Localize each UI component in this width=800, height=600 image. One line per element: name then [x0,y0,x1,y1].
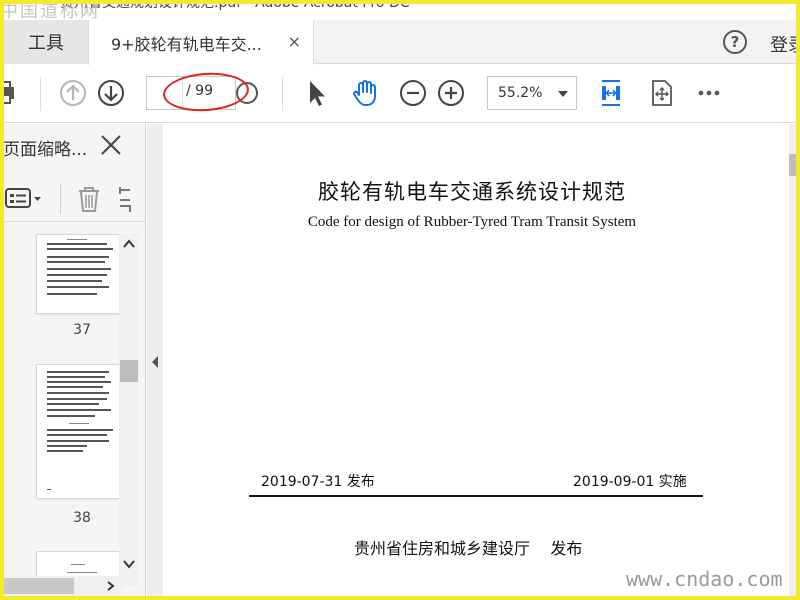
print-icon[interactable] [0,78,24,108]
issuing-authority: 贵州省住房和城乡建设厅 发布 [354,539,583,558]
scrollbar-thumb[interactable] [4,578,74,594]
more-options-icon[interactable] [694,78,724,108]
thumbnail-text-line [47,371,109,373]
thumbnail-text-line [69,423,89,424]
thumbnail-text-line [47,392,109,394]
site-logo: 中国道标网 [0,1,100,20]
login-link[interactable]: 登录 [770,31,800,57]
thumbnail-page-number: 38 [73,510,91,526]
fit-width-icon[interactable] [596,78,626,108]
toolbar-separator [40,77,41,111]
thumbnail-text-line [47,409,111,411]
document-page: 胶轮有轨电车交通系统设计规范 Code for design of Rubber… [163,124,789,600]
close-icon[interactable] [100,134,122,156]
tab-document[interactable]: 9+胶轮有轨电车交... × [88,20,314,65]
chevron-up-icon[interactable] [122,238,136,250]
thumbnail-text-line [47,274,107,276]
page-thumbnail[interactable] [36,364,120,499]
title-rule [249,495,703,497]
thumbnail-text-line [47,398,107,400]
panel-collapse-strip[interactable] [147,124,163,600]
thumbnail-text-line [47,450,83,452]
thumbnail-text-line [47,386,103,388]
thumbnail-text-line [47,243,107,245]
hand-tool-icon[interactable] [350,78,380,108]
chevron-down-icon[interactable] [122,558,136,570]
insert-page-icon[interactable] [116,184,132,214]
thumbnails-scrollbar[interactable] [119,234,139,586]
thumbnails-horizontal-scrollbar[interactable] [4,576,120,596]
thumbnail-text-line [47,256,109,258]
thumbnail-text-line [47,381,111,383]
zoom-in-icon[interactable] [436,78,466,108]
previous-page-icon[interactable] [58,78,88,108]
thumbnail-text-line [47,293,97,295]
thumbnail-text-line [47,286,109,288]
thumbnail-text-line [47,248,113,250]
thumbnail-text-line [47,434,107,436]
window-titlebar: 贵州省交通规划设计规范.pdf - Adobe Acrobat Pro DC 中… [0,0,800,20]
chevron-down-icon [558,91,568,97]
page-thumbnails-panel: 页面缩略... 37 38 [0,124,146,600]
thumbnail-text-line [47,261,105,263]
zoom-level-value: 55.2% [498,85,543,101]
scrollbar-thumb[interactable] [789,154,796,176]
thumbnail-text-line [47,376,105,378]
help-icon[interactable]: ? [723,30,747,54]
panel-title: 页面缩略... [3,140,88,160]
window-title: 贵州省交通规划设计规范.pdf - Adobe Acrobat Pro DC [60,0,410,11]
tab-document-label: 9+胶轮有轨电车交... [111,34,262,54]
delete-icon[interactable] [76,184,102,214]
issue-date: 2019-07-31 发布 [261,474,375,490]
site-watermark: www.cndao.com [626,567,783,591]
page-thumbnail[interactable] [36,234,120,314]
thumbnail-text-line [47,403,99,405]
implementation-date: 2019-09-01 实施 [573,474,687,490]
chevron-right-icon[interactable] [104,580,116,592]
thumbnail-text-line [47,268,111,270]
thumbnail-text-line [47,429,113,431]
panel-separator [60,184,61,214]
tab-tools-label: 工具 [28,33,64,54]
collapse-panel-icon[interactable] [150,354,160,370]
minimize-icon[interactable]: — [724,0,738,6]
thumbnail-text-line [67,572,97,573]
thumbnail-options-icon[interactable] [4,186,44,212]
thumbnail-text-line [47,445,87,447]
thumbnail-text-line [71,564,85,565]
toolbar-separator [282,77,283,111]
thumbnail-text-line [47,415,95,417]
select-cursor-icon[interactable] [302,78,332,108]
tab-bar: 工具 9+胶轮有轨电车交... × ? 登录 [0,20,800,65]
close-tab-icon[interactable]: × [288,32,301,51]
panel-toolbar [0,174,146,222]
zoom-out-icon[interactable] [398,78,428,108]
zoom-level-select[interactable]: 55.2% [487,76,577,110]
thumbnail-text-line [67,239,87,240]
thumbnail-page-number: 37 [73,322,91,338]
thumbnail-text-line [47,489,51,490]
tab-tools[interactable]: 工具 [4,20,88,64]
document-subtitle: Code for design of Rubber-Tyred Tram Tra… [307,214,637,230]
next-page-icon[interactable] [96,78,126,108]
document-title: 胶轮有轨电车交通系统设计规范 [318,180,626,204]
scrollbar-thumb[interactable] [120,360,138,382]
main-toolbar: / 99 55.2% [0,65,800,123]
thumbnail-text-line [47,280,102,282]
document-scrollbar[interactable] [789,124,796,600]
thumbnail-text-line [47,440,109,442]
fit-page-icon[interactable] [646,78,676,108]
